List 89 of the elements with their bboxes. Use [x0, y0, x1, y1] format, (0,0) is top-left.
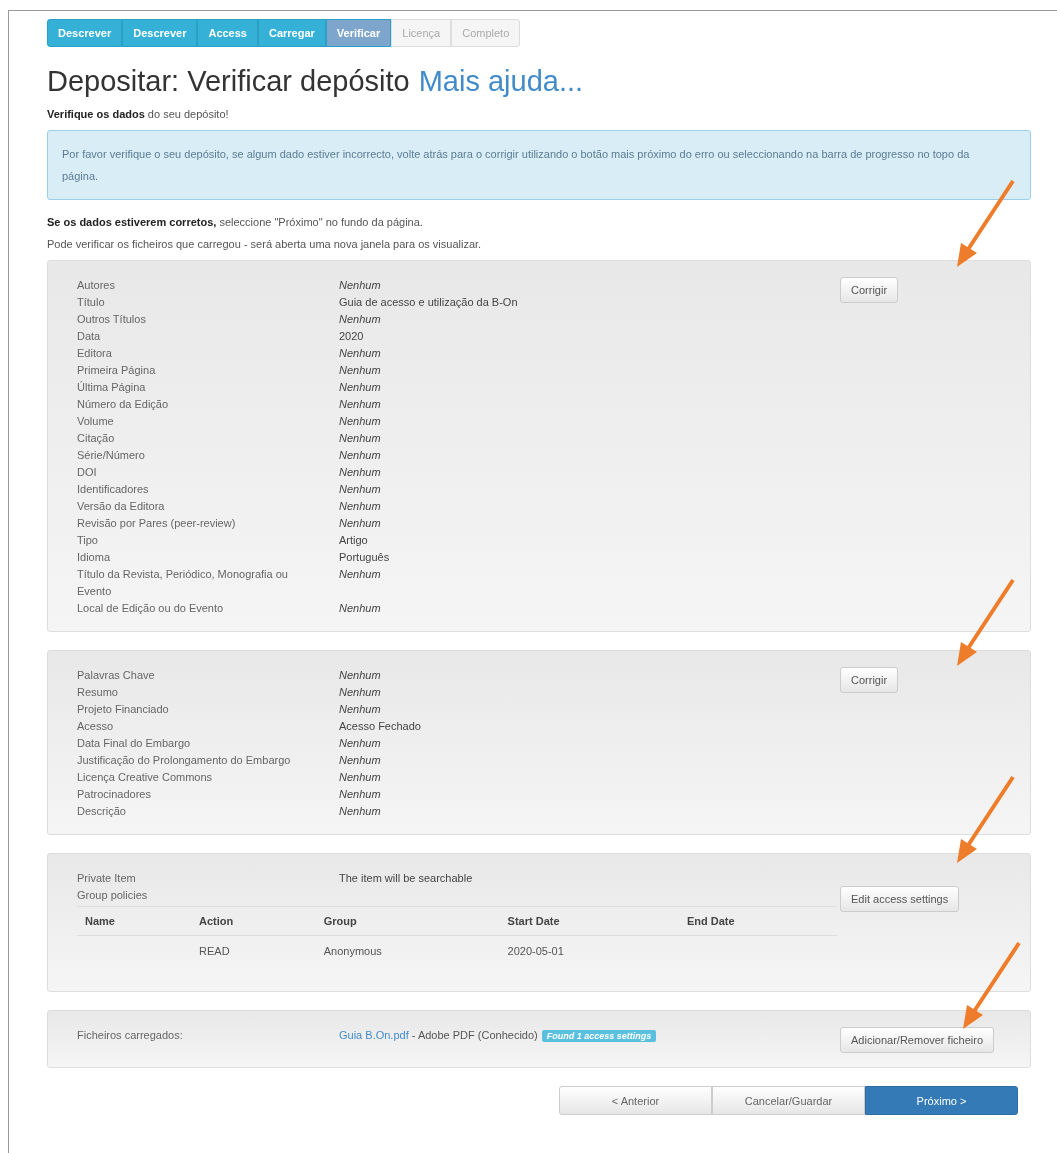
field-value: Nenhum — [339, 516, 382, 531]
field-value: Nenhum — [339, 431, 382, 446]
progress-step[interactable]: Descrever — [47, 19, 123, 47]
field-value: Nenhum — [339, 465, 382, 480]
edit-access-button[interactable]: Edit access settings — [840, 886, 960, 912]
instruction-text: Se os dados estiverem corretos, seleccione "Próximo" no fundo da página. — [47, 216, 424, 228]
field-value: Nenhum — [339, 346, 382, 361]
field-value: Nenhum — [339, 482, 382, 497]
file-type: - Adobe PDF (Conhecido) — [410, 1029, 538, 1041]
field-value: Acesso Fechado — [339, 719, 422, 734]
nav-button[interactable]: Próximo > — [865, 1086, 1018, 1115]
field-label: Resumo — [77, 685, 119, 700]
nav-button[interactable]: Cancelar/Guardar — [712, 1086, 865, 1115]
column-header: Start Date — [499, 906, 679, 936]
field-label: Data — [77, 329, 102, 344]
field-label: Tipo — [77, 533, 99, 548]
column-header: Name — [77, 906, 192, 936]
field-value: The item will be searchable — [339, 871, 474, 886]
field-value: Nenhum — [339, 668, 382, 683]
field-label: Número da Edição — [77, 397, 170, 412]
table-cell: READ — [191, 935, 316, 985]
column-header: Group — [315, 906, 500, 936]
table-cell: Anonymous — [315, 935, 500, 985]
field-value: Nenhum — [339, 278, 382, 293]
field-value: Nenhum — [339, 753, 382, 768]
field-label: Acesso — [77, 719, 115, 734]
field-label: Private Item — [77, 871, 137, 886]
field-label: Título — [77, 295, 106, 310]
progress-step[interactable]: Verificar — [325, 19, 392, 47]
field-label: Outros Títulos — [77, 312, 147, 327]
field-label: Patrocinadores — [77, 787, 152, 802]
field-value: Nenhum — [339, 363, 382, 378]
field-value: Artigo — [339, 533, 369, 548]
correct-button[interactable]: Corrigir — [840, 667, 899, 693]
progress-step[interactable]: Access — [197, 19, 258, 47]
instruction-text: Pode verificar os ficheiros que carregou - será aberta uma nova janela para os visualizar. — [47, 238, 483, 250]
correct-button[interactable]: Corrigir — [840, 277, 899, 303]
field-value: Nenhum — [339, 414, 382, 429]
nav-button[interactable]: < Anterior — [559, 1086, 712, 1115]
field-value: Nenhum — [339, 601, 382, 616]
field-value: Nenhum — [339, 685, 382, 700]
field-label: Editora — [77, 346, 113, 361]
field-label: Idioma — [77, 550, 112, 565]
field-label: Local de Edição ou do Evento — [77, 601, 225, 616]
field-label: Data Final do Embargo — [77, 736, 192, 751]
field-label: Group policies — [77, 888, 149, 903]
field-label: Primeira Página — [77, 363, 157, 378]
field-value: Nenhum — [339, 702, 382, 717]
field-value: Guia de acesso e utilização da B-On — [339, 295, 519, 310]
field-value: Nenhum — [339, 787, 382, 802]
field-label: Licença Creative Commons — [77, 770, 214, 785]
field-label: DOI — [77, 465, 98, 480]
column-header: Action — [191, 906, 316, 936]
page-title: Depositar: Verificar depósito — [47, 65, 410, 98]
field-label: Projeto Financiado — [77, 702, 170, 717]
column-header: End Date — [678, 906, 837, 936]
help-link[interactable]: Mais ajuda... — [418, 65, 584, 98]
info-alert: Por favor verifique o seu depósito, se algum dado estiver incorrecto, volte atrás para o corrigir utilizando o botão mais próximo do erro ou seleccionando na barra de progresso no topo da página. — [47, 130, 1031, 200]
field-value: 2020 — [339, 329, 365, 344]
field-label: Série/Número — [77, 448, 146, 463]
access-badge: Found 1 access settings — [541, 1030, 657, 1042]
field-label: Justificação do Prolongamento do Embargo — [77, 753, 292, 768]
field-label: Título da Revista, Periódico, Monografia ou Evento — [77, 567, 289, 599]
field-value: Nenhum — [339, 736, 382, 751]
field-value: Nenhum — [339, 380, 382, 395]
field-value: Nenhum — [339, 804, 382, 819]
field-value: Nenhum — [339, 567, 382, 582]
progress-step[interactable]: Carregar — [258, 19, 326, 47]
subtitle: Verifique os dados do seu depósito! — [47, 108, 230, 120]
field-label: Citação — [77, 431, 116, 446]
field-label: Palavras Chave — [77, 668, 156, 683]
field-label: Descrição — [77, 804, 127, 819]
field-label: Identificadores — [77, 482, 150, 497]
field-label: Ficheiros carregados: — [77, 1028, 184, 1043]
field-value: Nenhum — [339, 448, 382, 463]
field-label: Versão da Editora — [77, 499, 166, 514]
field-value: Português — [339, 550, 391, 565]
field-label: Volume — [77, 414, 115, 429]
progress-step[interactable]: Descrever — [122, 19, 198, 47]
field-value: Nenhum — [339, 397, 382, 412]
file-link[interactable]: Guia B.On.pdf — [339, 1029, 409, 1041]
field-value: Nenhum — [339, 770, 382, 785]
field-value: Nenhum — [339, 499, 382, 514]
field-label: Revisão por Pares (peer-review) — [77, 516, 237, 531]
field-label: Última Página — [77, 380, 147, 395]
field-value: Nenhum — [339, 312, 382, 327]
table-cell: 2020-05-01 — [499, 935, 679, 985]
field-label: Autores — [77, 278, 116, 293]
add-remove-file-button[interactable]: Adicionar/Remover ficheiro — [840, 1027, 995, 1053]
